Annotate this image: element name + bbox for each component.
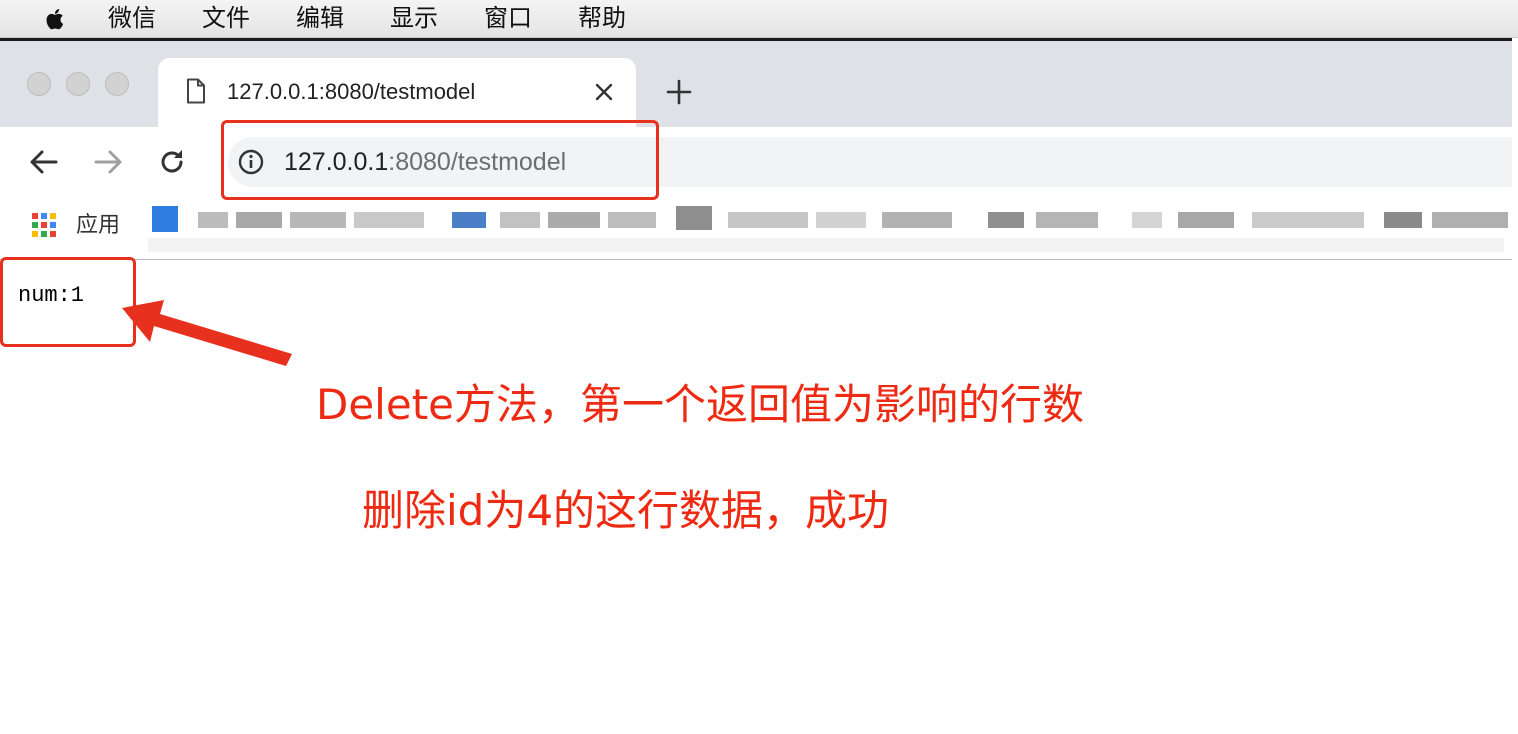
annotation-url-highlight-box	[221, 120, 659, 200]
bookmark-item-blurred[interactable]	[988, 204, 1100, 234]
menu-file[interactable]: 文件	[202, 5, 250, 33]
menu-view[interactable]: 显示	[390, 5, 438, 33]
bookmark-item-blurred[interactable]	[676, 204, 956, 234]
document-icon	[187, 78, 205, 104]
window-right-edge	[1512, 38, 1518, 734]
tab-close-icon[interactable]	[591, 79, 617, 105]
window-minimize-icon[interactable]	[66, 72, 90, 96]
back-arrow-icon[interactable]	[27, 145, 61, 179]
menu-wechat[interactable]: 微信	[108, 5, 156, 33]
reload-icon[interactable]	[155, 145, 189, 179]
apps-bookmark-label[interactable]: 应用	[76, 211, 120, 239]
bookmarks-bar-shadow	[148, 238, 1504, 252]
annotation-note-delete-returns-rows: Delete方法，第一个返回值为影响的行数	[316, 380, 1084, 429]
menu-window[interactable]: 窗口	[484, 5, 532, 33]
bookmark-item-blurred[interactable]	[452, 204, 658, 234]
bookmark-item-blurred[interactable]	[1132, 204, 1368, 234]
bookmark-item-blurred[interactable]	[152, 204, 428, 234]
apps-grid-icon[interactable]	[31, 212, 57, 238]
annotation-arrow-icon	[122, 300, 292, 366]
forward-arrow-icon[interactable]	[91, 145, 125, 179]
window-zoom-icon[interactable]	[105, 72, 129, 96]
menu-help[interactable]: 帮助	[578, 5, 626, 33]
bookmark-item-blurred[interactable]	[1384, 204, 1510, 234]
tab-title: 127.0.0.1:8080/testmodel	[227, 79, 476, 104]
new-tab-plus-icon[interactable]	[664, 77, 694, 107]
menu-edit[interactable]: 编辑	[296, 5, 344, 33]
window-close-icon[interactable]	[27, 72, 51, 96]
toolbar-divider	[0, 259, 1514, 260]
menu-bar: 微信 文件 编辑 显示 窗口 帮助	[0, 0, 1518, 38]
annotation-note-delete-success: 删除id为4的这行数据，成功	[362, 486, 890, 535]
apple-logo-icon[interactable]	[40, 5, 70, 33]
